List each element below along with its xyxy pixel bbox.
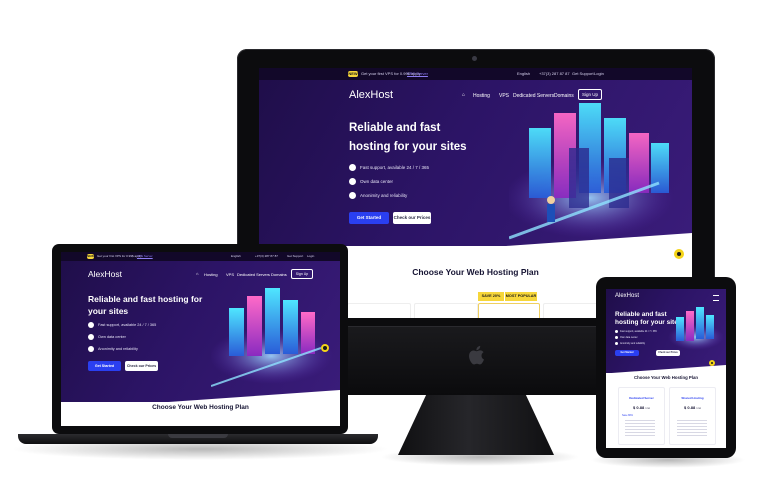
laptop-login[interactable]: Login [307,254,314,258]
new-badge: NEW [348,71,358,77]
tablet-plan-1-name: Dedicated Server [629,396,654,400]
tablet-hero-title-1: Reliable and fast [615,311,667,318]
laptop-server-illustration [211,288,333,387]
datacenter-icon [349,178,356,185]
tablet-plan-card-2[interactable]: Shared Hosting $ 0.88 / mo [669,387,716,445]
laptop-hero-title-2: your sites [88,306,129,316]
promo-bar: NEW Get your first VPS for 0.99$ apply V… [259,68,692,80]
login-link[interactable]: Login [594,71,604,76]
phone-number[interactable]: +37(3) 287 87 87 [539,71,570,76]
plan-card-1[interactable] [347,303,411,318]
logo-text: lexHost [356,89,394,101]
plan-card-2[interactable] [414,303,478,318]
laptop-datacenter-icon [88,334,94,340]
tablet-plan-2-features [677,420,707,436]
laptop-hero: NEW Get your first VPS for 0.99$ apply V… [61,252,340,402]
laptop-promo-link[interactable]: VPS Server [137,254,153,258]
laptop-nav-hosting[interactable]: Hosting [204,272,218,277]
tablet-hero: AlexHost Reliable and fast hosting for y… [606,289,726,373]
tablet-plan-1-cta[interactable]: Save 80% [622,414,633,417]
laptop-feature-3: Anonimity and reliability [98,347,138,351]
laptop-nav-dedicated[interactable]: Dedicated Servers [237,272,270,277]
laptop-phone[interactable]: +37(3) 287 87 87 [255,254,278,258]
tablet-feature-3: Anonimity and reliability [620,342,646,345]
support-link[interactable]: Get Support [572,71,594,76]
site-logo[interactable]: AlexHost [349,89,393,101]
tablet-plan-2-price: $ 0.88 / mo [670,405,715,410]
check-prices-button[interactable]: Check our Prices [393,212,431,224]
most-popular-badge: MOST POPULAR [505,292,537,301]
laptop-chat-icon[interactable] [321,344,329,352]
tablet-plan-2-name: Shared Hosting [681,396,704,400]
laptop-nav-vps[interactable]: VPS [226,272,234,277]
tablet-server-illustration [668,307,724,350]
monitor-stand [398,395,554,455]
laptop-new-badge: NEW [87,254,94,259]
laptop-promo-text: Get your first VPS for 0.99$ apply [97,254,142,258]
chat-icon[interactable] [674,249,684,259]
tablet-feature-2: Own data center [620,336,638,339]
hamburger-icon[interactable] [713,295,719,301]
tablet-plan-1-price: $ 0.88 / mo [619,405,664,410]
laptop-notch [168,434,228,438]
laptop-section-title: Choose Your Web Hosting Plan [152,404,249,411]
support-icon [349,164,356,171]
hero-title-line1: Reliable and fast [349,122,441,134]
laptop-nav-domains[interactable]: Domains [271,272,287,277]
laptop-language[interactable]: English [231,254,241,258]
tablet-feature-1: Fast support, available 24 / 7 / 365 [620,330,657,333]
save-badge: SAVE 20% [478,292,504,301]
promo-link[interactable]: VPS Server [407,71,428,76]
shield-icon [349,192,356,199]
tablet-plan-card-1[interactable]: Dedicated Server $ 0.88 / mo Save 80% [618,387,665,445]
tablet-logo-text: lexHost [619,293,640,299]
feature-2: Own data center [360,179,394,184]
plan-card-3[interactable] [478,303,540,318]
apple-logo-icon [469,345,484,365]
laptop-screen: NEW Get your first VPS for 0.99$ apply V… [61,252,340,426]
laptop-support[interactable]: Get Support [287,254,303,258]
language-select[interactable]: English [517,71,530,76]
nav-hosting[interactable]: Hosting [473,93,490,99]
laptop-feature-1: Fast support, available 24 / 7 / 365 [98,323,157,327]
tablet-get-started[interactable]: Get Started [615,350,639,356]
laptop-support-icon [88,322,94,328]
tablet-plan-2-amount: $ 0.88 [684,405,696,410]
monitor-camera [472,56,477,61]
tablet-hero-diagonal [606,365,726,373]
laptop-logo-text: lexHost [93,269,123,279]
laptop-get-started[interactable]: Get Started [88,361,121,371]
hero-title-line2: hosting for your sites [349,141,467,153]
tablet-plan-1-amount: $ 0.88 [633,405,645,410]
laptop-logo[interactable]: AlexHost [88,269,122,279]
laptop-feature-2: Own data center [98,335,126,339]
tablet-shield-icon [615,342,618,345]
nav-home[interactable]: ⌂ [462,92,465,98]
laptop-shield-icon [88,346,94,352]
tablet-plan-1-features [625,420,655,436]
tablet-datacenter-icon [615,336,618,339]
feature-1: Fast support, available 24 / 7 / 365 [360,165,430,170]
tablet-logo[interactable]: AlexHost [615,293,639,299]
laptop-check-prices[interactable]: Check our Prices [125,361,158,371]
tablet-chat-icon[interactable] [709,360,715,366]
get-started-button[interactable]: Get Started [349,212,389,224]
laptop-promo-bar: NEW Get your first VPS for 0.99$ apply V… [61,252,340,261]
laptop-nav-home[interactable]: ⌂ [196,271,198,276]
feature-3: Anonimity and reliability [360,193,408,198]
tablet-support-icon [615,330,618,333]
laptop-hero-diagonal [61,390,340,402]
server-illustration [509,103,674,240]
tablet-screen: AlexHost Reliable and fast hosting for y… [606,289,726,448]
hero-section: NEW Get your first VPS for 0.99$ apply V… [259,68,692,246]
tablet-section-title: Choose Your Web Hosting Plan [634,375,698,380]
tablet-plan-2-per: / mo [696,407,701,410]
tablet-plan-1-per: / mo [645,407,650,410]
laptop-hero-title-1: Reliable and fast hosting for [88,294,203,304]
nav-vps[interactable]: VPS [499,93,509,99]
